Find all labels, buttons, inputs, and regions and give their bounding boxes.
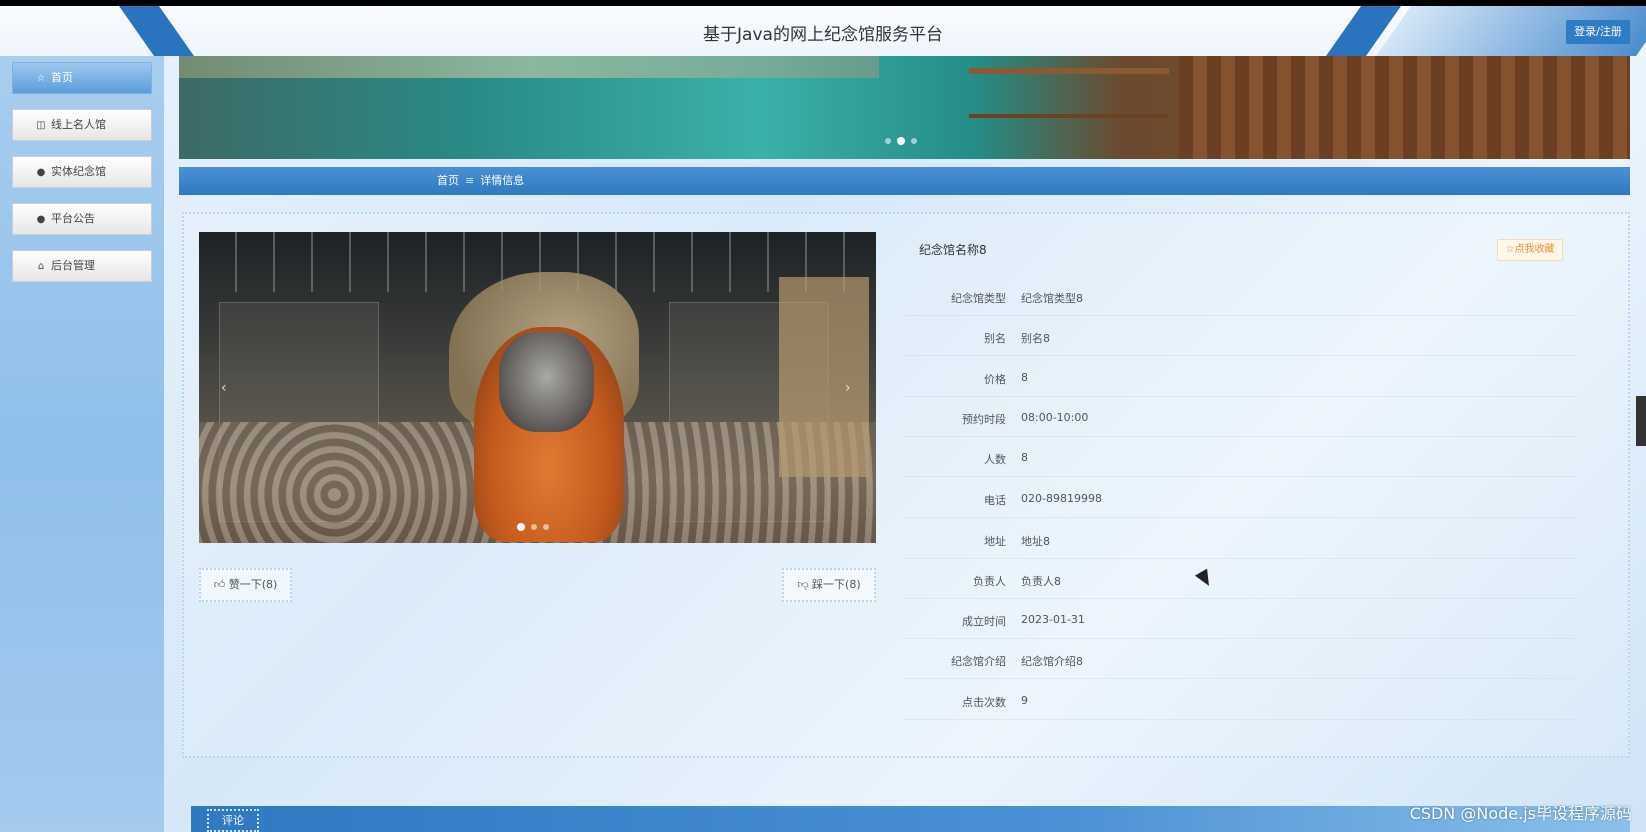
thumbs-up-icon: 👍︎ [213, 578, 229, 591]
field-value: 纪念馆介绍8 [1021, 655, 1083, 668]
field-value: 8 [1021, 451, 1028, 464]
detail-row: 成立时间 2023-01-31 [906, 599, 1576, 639]
detail-row: 纪念馆类型 纪念馆类型8 [906, 276, 1576, 316]
field-value: 2023-01-31 [1021, 613, 1085, 626]
field-label: 电话 [984, 494, 1006, 507]
carousel-dot[interactable] [531, 524, 537, 530]
sidebar-item-home[interactable]: ☆ 首页 [12, 62, 152, 94]
like-label: 赞一下(8) [228, 578, 278, 591]
field-label: 负责人 [973, 575, 1006, 588]
field-label: 纪念馆介绍 [951, 655, 1006, 668]
detail-row: 别名 别名8 [906, 316, 1576, 356]
help-icon: ● [36, 214, 46, 225]
detail-row: 人数 8 [906, 437, 1576, 477]
field-value: 地址8 [1021, 535, 1050, 548]
field-value: 别名8 [1021, 332, 1050, 345]
photo-image [779, 277, 869, 477]
info-icon: ● [36, 167, 46, 178]
sidebar: ☆ 首页 ◫ 线上名人馆 ● 实体纪念馆 ● 平台公告 ⌂ 后台管理 [0, 56, 164, 832]
bag-icon: ◫ [36, 120, 46, 131]
field-label: 地址 [984, 535, 1006, 548]
like-button[interactable]: 👍︎ 赞一下(8) [199, 568, 292, 602]
breadcrumb-home[interactable]: 首页 [437, 174, 459, 187]
shop-icon: ⌂ [37, 261, 45, 272]
carousel-dot[interactable] [897, 137, 905, 145]
field-label: 成立时间 [962, 615, 1006, 628]
sidebar-item-label: 后台管理 [51, 259, 95, 272]
next-arrow-icon[interactable]: › [845, 380, 851, 396]
field-value: 020-89819998 [1021, 492, 1102, 505]
carousel-dot[interactable] [517, 523, 525, 531]
sidebar-item-notice[interactable]: ● 平台公告 [12, 203, 152, 235]
field-label: 预约时段 [962, 413, 1006, 426]
banner-carousel[interactable] [179, 56, 1630, 159]
field-value: 负责人8 [1021, 575, 1061, 588]
favorite-button[interactable]: ☆点我收藏 [1497, 239, 1563, 261]
detail-row: 预约时段 08:00-10:00 [906, 397, 1576, 437]
detail-row: 点击次数 9 [906, 680, 1576, 720]
carousel-dot[interactable] [543, 524, 549, 530]
field-value: 9 [1021, 694, 1028, 707]
field-label: 别名 [984, 332, 1006, 345]
field-label: 点击次数 [962, 696, 1006, 709]
field-value: 08:00-10:00 [1021, 411, 1089, 424]
dislike-button[interactable]: 👎︎ 踩一下(8) [782, 568, 876, 602]
banner-image [1179, 56, 1630, 159]
field-label: 人数 [984, 453, 1006, 466]
star-icon: ☆ [36, 73, 46, 84]
field-value: 8 [1021, 371, 1028, 384]
sidebar-item-label: 平台公告 [51, 212, 95, 225]
breadcrumb-separator-icon: ≡ [465, 174, 475, 187]
detail-row: 价格 8 [906, 357, 1576, 397]
login-register-button[interactable]: 登录/注册 [1566, 20, 1630, 44]
sidebar-item-label: 线上名人馆 [51, 118, 106, 131]
watermark: CSDN @Node.js毕设程序源码 [1409, 804, 1632, 823]
photo-pagination [517, 523, 549, 531]
scrollbar[interactable] [1636, 396, 1646, 446]
detail-row: 纪念馆介绍 纪念馆介绍8 [906, 639, 1576, 679]
tab-comment[interactable]: 评论 [207, 809, 259, 832]
banner-image [969, 68, 1169, 118]
field-value: 纪念馆类型8 [1021, 292, 1083, 305]
sidebar-item-label: 首页 [51, 71, 73, 84]
field-label: 价格 [984, 373, 1006, 386]
sidebar-item-memorial[interactable]: ● 实体纪念馆 [12, 156, 152, 188]
sidebar-item-admin[interactable]: ⌂ 后台管理 [12, 250, 152, 282]
photo-image [499, 332, 594, 432]
memorial-name: 纪念馆名称8 [919, 243, 987, 257]
carousel-dot[interactable] [911, 138, 917, 144]
sidebar-item-online-hall[interactable]: ◫ 线上名人馆 [12, 109, 152, 141]
sidebar-item-label: 实体纪念馆 [51, 165, 106, 178]
thumbs-down-icon: 👎︎ [797, 578, 813, 591]
memorial-photo-carousel[interactable]: ‹ › [199, 232, 876, 543]
breadcrumb: 首页 ≡ 详情信息 [179, 167, 1630, 195]
site-header: 基于Java的网上纪念馆服务平台 登录/注册 [0, 6, 1646, 56]
detail-row: 负责人 负责人8 [906, 559, 1576, 599]
detail-row: 地址 地址8 [906, 519, 1576, 559]
dislike-label: 踩一下(8) [812, 578, 861, 591]
detail-row: 电话 020-89819998 [906, 478, 1576, 518]
breadcrumb-current: 详情信息 [480, 174, 525, 187]
carousel-dot[interactable] [885, 138, 891, 144]
banner-pagination [885, 137, 917, 145]
field-label: 纪念馆类型 [951, 292, 1006, 305]
banner-image [179, 56, 879, 78]
prev-arrow-icon[interactable]: ‹ [221, 380, 227, 396]
site-title: 基于Java的网上纪念馆服务平台 [703, 25, 943, 45]
